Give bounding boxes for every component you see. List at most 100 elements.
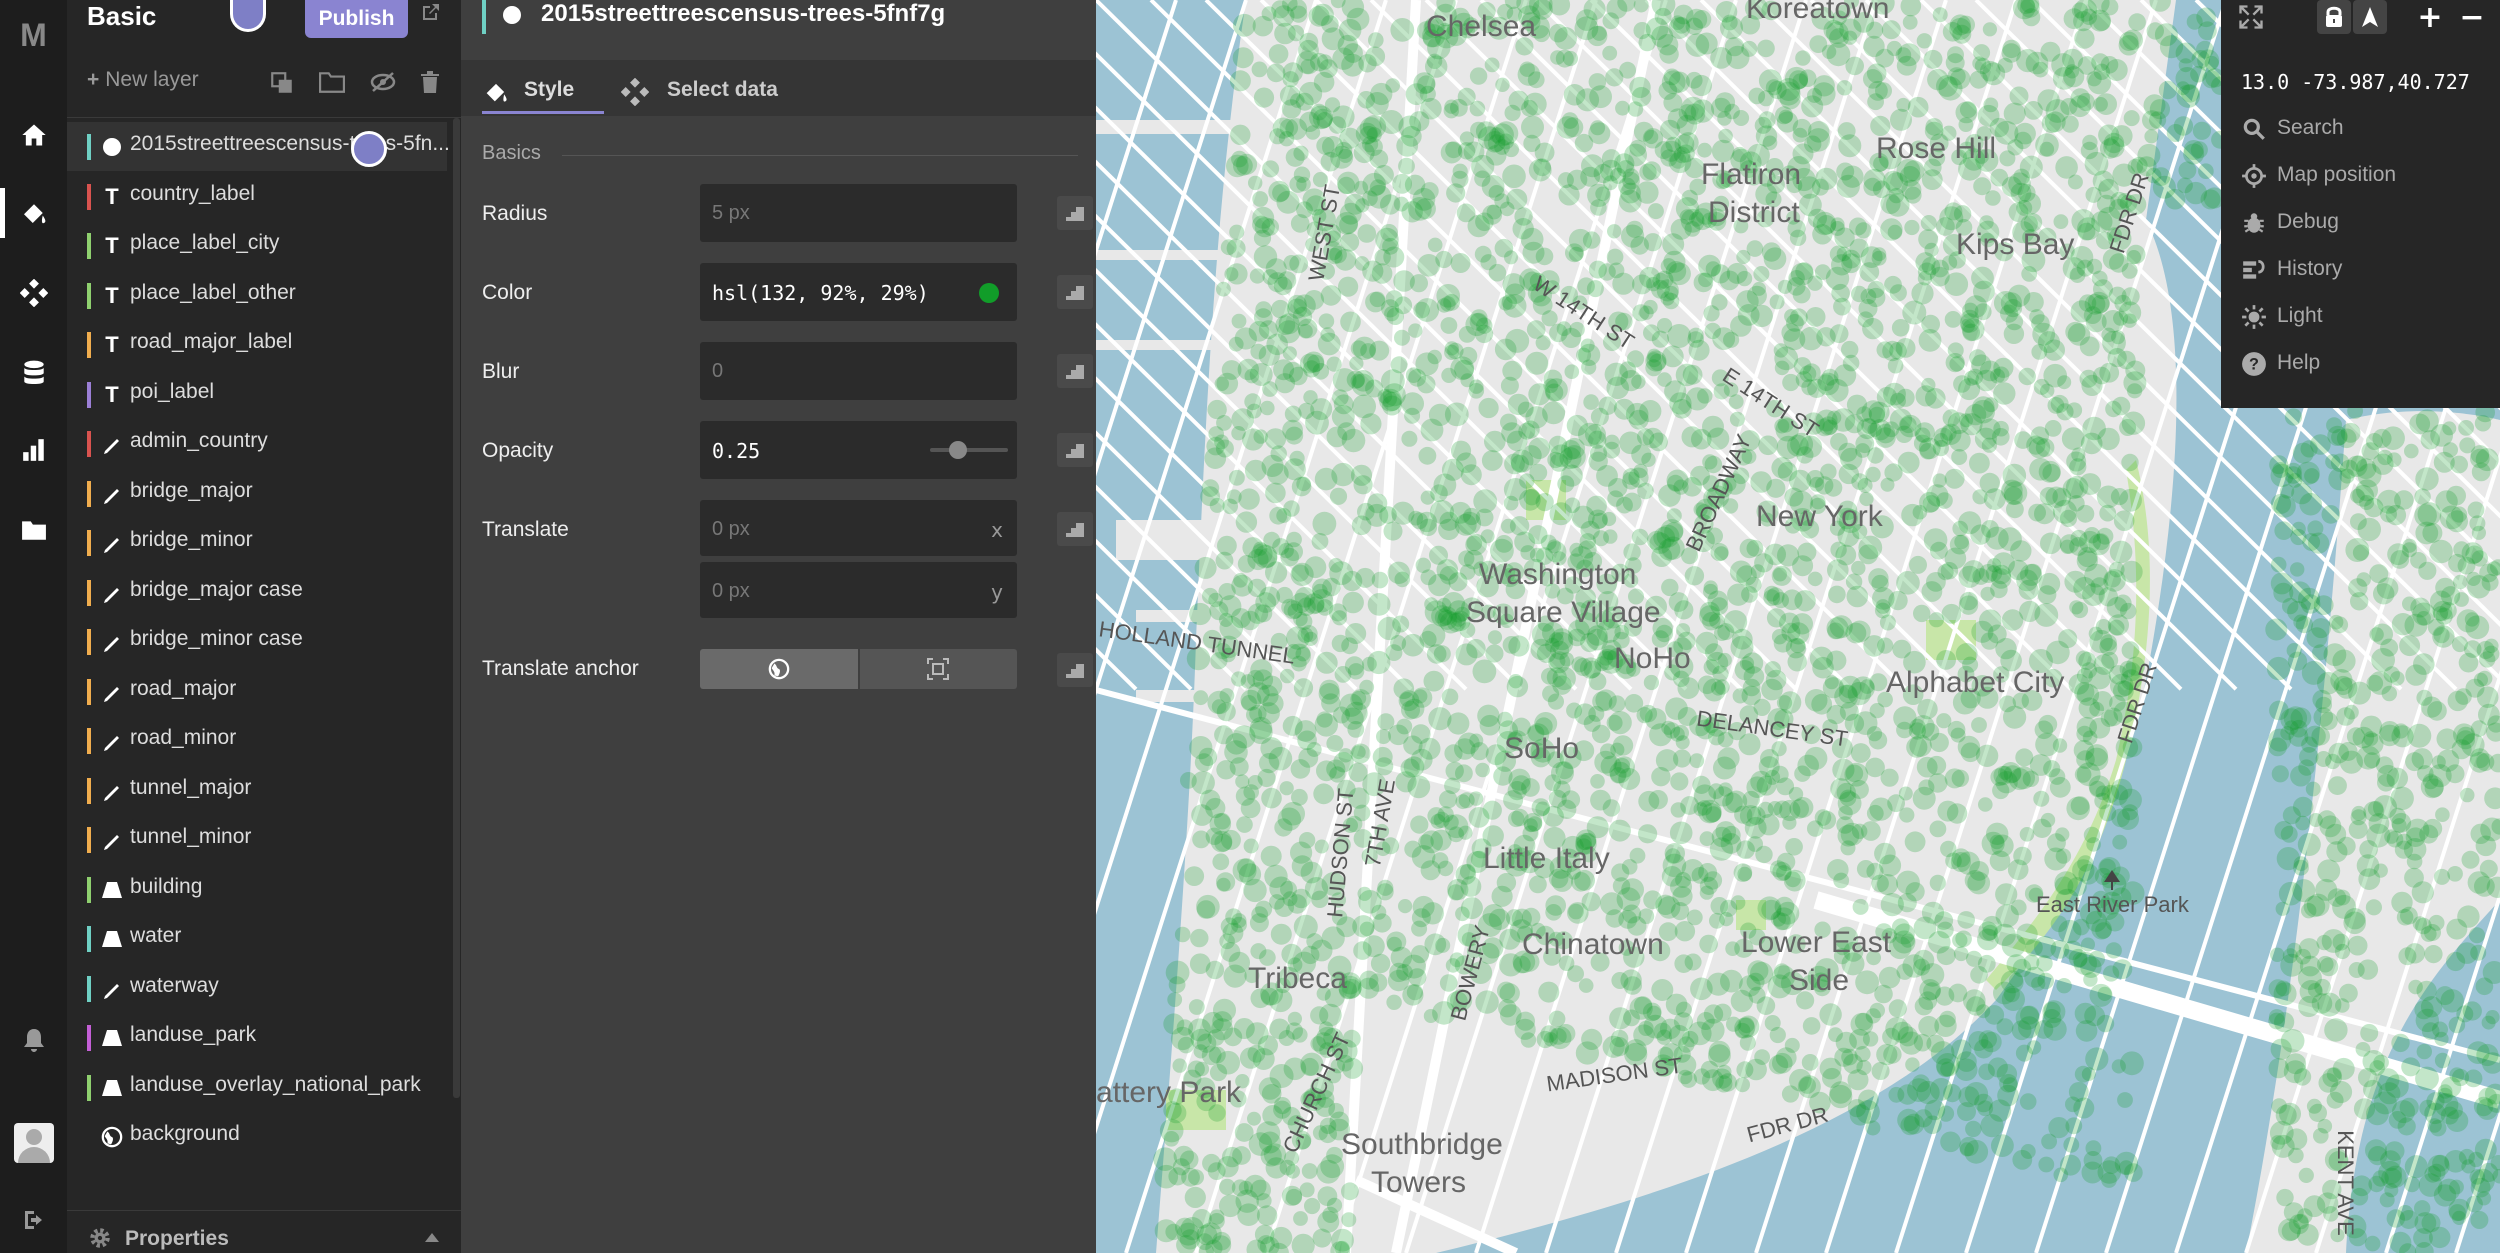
color-swatch[interactable]	[979, 283, 999, 303]
anchor-viewport-button[interactable]	[859, 649, 1017, 689]
map-label: NoHo	[1614, 642, 1691, 675]
external-link-icon[interactable]	[419, 0, 451, 30]
zoom-in-button[interactable]: +	[2413, 0, 2447, 35]
menu-help[interactable]: ? Help	[2241, 345, 2491, 385]
layer-label: bridge_minor	[130, 528, 253, 551]
paint-brush-icon[interactable]	[0, 188, 67, 238]
layer-item[interactable]: Tplace_label_city	[67, 221, 447, 270]
layer-item[interactable]: Tcountry_label	[67, 172, 447, 221]
home-icon[interactable]	[0, 110, 67, 160]
map-label: Koreatown	[1746, 0, 1890, 25]
translate-y-input[interactable]: 0 px y	[700, 562, 1017, 618]
layer-item[interactable]: road_minor	[67, 716, 447, 765]
database-icon[interactable]	[0, 348, 67, 398]
layer-list-scrollbar[interactable]	[453, 118, 460, 1098]
opacity-slider[interactable]	[930, 441, 1008, 459]
color-value: hsl(132, 92%, 29%)	[712, 281, 929, 305]
data-sources-icon[interactable]	[0, 268, 67, 318]
layer-item[interactable]: landuse_overlay_national_park	[67, 1063, 447, 1112]
layer-item[interactable]: landuse_park	[67, 1013, 447, 1062]
fill-layer-icon	[99, 1075, 125, 1101]
layer-item[interactable]: 2015streettreescensus-trees-5fn...	[67, 122, 450, 171]
zoom-function-button[interactable]	[1057, 196, 1093, 230]
layer-color-bar	[87, 282, 91, 309]
group-folder-icon[interactable]	[319, 70, 349, 100]
app-logo[interactable]: M	[0, 10, 67, 60]
layer-item[interactable]: road_major	[67, 667, 447, 716]
layer-color-bar	[87, 332, 91, 358]
opacity-slider-handle[interactable]	[948, 441, 967, 459]
map-label: Southbridge	[1341, 1128, 1503, 1161]
layer-item[interactable]: waterway	[67, 964, 447, 1013]
opacity-input[interactable]: 0.25	[700, 421, 1017, 479]
layer-label: country_label	[130, 181, 255, 205]
zoom-function-button[interactable]	[1057, 653, 1093, 687]
radius-label: Radius	[482, 202, 548, 225]
tab-style[interactable]: Style	[482, 70, 604, 114]
layer-label: tunnel_minor	[130, 825, 252, 848]
layer-color-bar	[87, 975, 91, 1002]
compass-north-icon[interactable]	[2353, 0, 2387, 34]
properties-section[interactable]: Properties	[67, 1210, 461, 1253]
avatar[interactable]	[0, 1118, 67, 1168]
zoom-function-button[interactable]	[1057, 275, 1093, 309]
menu-debug[interactable]: Debug	[2241, 204, 2491, 244]
menu-light[interactable]: Light	[2241, 298, 2491, 338]
symbol-layer-icon: T	[105, 282, 119, 308]
zoom-function-button[interactable]	[1057, 512, 1093, 546]
layer-item[interactable]: admin_country	[67, 419, 447, 468]
bell-icon[interactable]	[0, 1015, 67, 1065]
tab-select-data[interactable]: Select data	[621, 70, 781, 114]
drag-handle[interactable]	[351, 131, 387, 167]
zoom-function-button[interactable]	[1057, 354, 1093, 388]
menu-search[interactable]: Search	[2241, 110, 2491, 150]
layer-item[interactable]: bridge_major case	[67, 568, 447, 617]
map-label: Washington	[1479, 558, 1637, 591]
translate-x-input[interactable]: 0 px x	[700, 500, 1017, 556]
color-input[interactable]: hsl(132, 92%, 29%)	[700, 263, 1017, 321]
chevron-up-icon[interactable]	[425, 1233, 439, 1242]
line-layer-icon	[99, 728, 125, 754]
layer-item[interactable]: water	[67, 914, 447, 963]
layer-item[interactable]: bridge_minor	[67, 518, 447, 567]
layer-item[interactable]: building	[67, 865, 447, 914]
zoom-function-button[interactable]	[1057, 433, 1093, 467]
blur-placeholder: 0	[712, 360, 724, 382]
trash-icon[interactable]	[419, 70, 449, 100]
style-title[interactable]: Basic	[87, 0, 156, 32]
radius-input[interactable]: 5 px	[700, 184, 1017, 242]
layer-item[interactable]: tunnel_major	[67, 766, 447, 815]
layer-title[interactable]: 2015streettreescensus-trees-5fnf7g	[541, 0, 945, 28]
circle-layer-icon	[99, 134, 125, 160]
line-layer-icon	[99, 976, 125, 1002]
anchor-map-button[interactable]	[700, 649, 858, 689]
background-layer-icon	[99, 1124, 125, 1150]
sun-icon	[2242, 305, 2266, 329]
app-rail: M	[0, 0, 67, 1253]
layer-item[interactable]: Tplace_label_other	[67, 271, 447, 320]
blur-input[interactable]: 0	[700, 342, 1017, 400]
layer-color-bar	[87, 381, 91, 408]
layer-item[interactable]: tunnel_minor	[67, 815, 447, 864]
layer-item[interactable]: Tpoi_label	[67, 370, 447, 419]
layer-item[interactable]: bridge_major	[67, 469, 447, 518]
menu-history[interactable]: History	[2241, 251, 2491, 291]
chart-icon[interactable]	[0, 425, 67, 475]
menu-map-position[interactable]: Map position	[2241, 157, 2491, 197]
lock-icon[interactable]	[2317, 0, 2351, 34]
layer-item[interactable]: bridge_minor case	[67, 617, 447, 666]
map-controls-panel: + − 13.0 -73.987,40.727 Search Map posit…	[2221, 0, 2500, 408]
style-color-dot[interactable]	[230, 0, 266, 32]
new-layer-button[interactable]: + New layer	[87, 68, 199, 92]
logout-icon[interactable]	[0, 1195, 67, 1245]
map-label: Towers	[1371, 1166, 1467, 1199]
fullscreen-icon[interactable]	[2233, 0, 2269, 34]
folder-icon[interactable]	[0, 505, 67, 555]
hide-layer-icon[interactable]	[369, 70, 399, 100]
layer-item[interactable]: Troad_major_label	[67, 320, 447, 369]
layer-item[interactable]: background	[67, 1112, 447, 1161]
publish-button[interactable]: Publish	[305, 0, 408, 38]
fill-layer-icon	[99, 877, 125, 903]
duplicate-layer-icon[interactable]	[269, 70, 299, 100]
zoom-out-button[interactable]: −	[2455, 0, 2489, 35]
